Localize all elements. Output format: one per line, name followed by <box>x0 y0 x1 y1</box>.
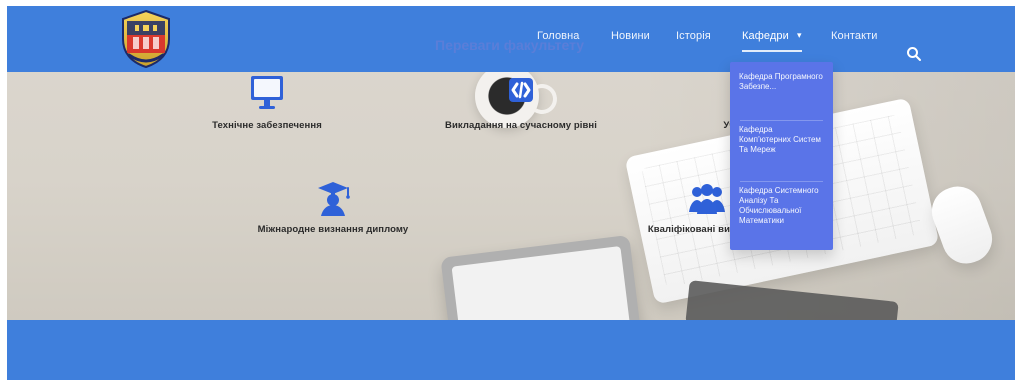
dropdown-item-label: Кафедра Комп’ютерних Систем Та Мереж <box>739 125 821 154</box>
nav-history[interactable]: Історія <box>676 26 711 46</box>
search-icon <box>907 47 921 61</box>
dropdown-item-label: Кафедра Програмного Забезпе... <box>739 72 823 91</box>
section-title: Переваги факультету <box>435 37 585 53</box>
dropdown-item-computer-systems[interactable]: Кафедра Комп’ютерних Систем Та Мереж <box>730 125 833 179</box>
team-icon <box>689 184 725 214</box>
monitor-icon <box>251 76 283 109</box>
code-icon <box>509 78 533 102</box>
graduate-icon <box>318 182 350 216</box>
feature-modern-teaching: Викладання на сучасному рівні <box>391 74 651 131</box>
dropdown-item-label: Кафедра Системного Аналізу Та Обчислювал… <box>739 186 819 225</box>
feature-diploma-label: Міжнародне визнання диплому <box>257 224 409 235</box>
feature-technical-label: Технічне забезпечення <box>212 120 322 131</box>
nav-contacts[interactable]: Контакти <box>831 26 878 46</box>
dropdown-divider <box>740 181 823 182</box>
page-frame: Головна Новини Історія Кафедри ▾ Контакт… <box>7 6 1015 380</box>
nav-departments-label: Кафедри <box>742 30 789 42</box>
feature-technical: Технічне забезпечення <box>137 74 397 131</box>
chevron-down-icon: ▾ <box>797 30 802 40</box>
bottom-band <box>7 320 1015 380</box>
feature-diploma: Міжнародне визнання диплому <box>203 178 463 235</box>
feature-modern-teaching-label: Викладання на сучасному рівні <box>445 120 597 131</box>
dropdown-item-software-engineering[interactable]: Кафедра Програмного Забезпе... <box>730 72 833 114</box>
departments-dropdown: Кафедра Програмного Забезпе... Кафедра К… <box>730 62 833 250</box>
dropdown-item-systems-analysis[interactable]: Кафедра Системного Аналізу Та Обчислювал… <box>730 186 833 244</box>
nav-departments[interactable]: Кафедри ▾ <box>742 26 802 52</box>
nav-contacts-label: Контакти <box>831 30 878 42</box>
dropdown-divider <box>740 120 823 121</box>
search-button[interactable] <box>905 45 923 63</box>
nav-history-label: Історія <box>676 30 711 42</box>
